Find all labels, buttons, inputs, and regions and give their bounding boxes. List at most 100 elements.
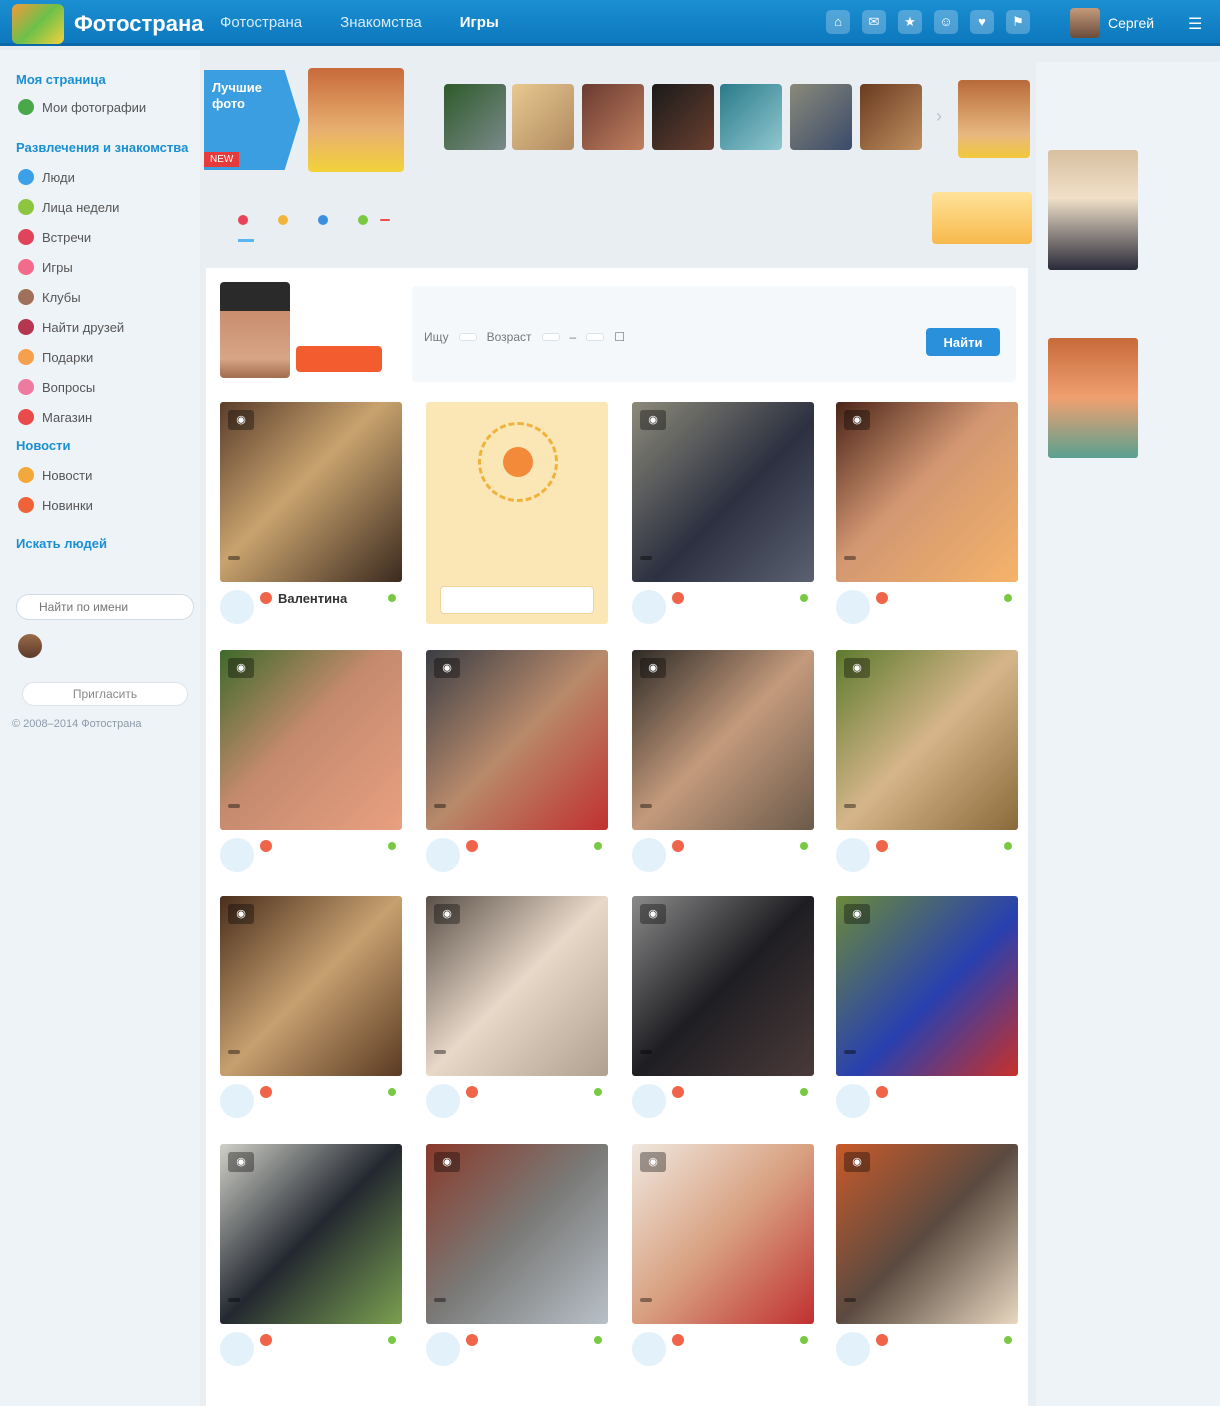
tab-hidden[interactable] <box>318 196 334 244</box>
home-icon[interactable]: ⌂ <box>826 10 850 34</box>
search-input[interactable] <box>16 594 194 620</box>
avatar[interactable] <box>632 838 666 872</box>
avatar[interactable] <box>220 1084 254 1118</box>
strip-photo[interactable] <box>720 84 782 150</box>
person-card[interactable]: ◉ <box>426 650 608 882</box>
person-card[interactable]: ◉ <box>220 650 402 882</box>
top-nav-item-dating[interactable]: Знакомства <box>340 14 422 31</box>
person-card[interactable]: ◉ <box>426 1144 608 1376</box>
avatar[interactable] <box>836 1332 870 1366</box>
online-checkbox[interactable]: ☐ <box>614 330 625 344</box>
top-icon-group: ⌂ ✉ ★ ☺ ♥ ⚑ <box>826 10 1030 34</box>
person-card[interactable]: ◉ <box>632 896 814 1128</box>
sidebar-item[interactable]: Люди <box>18 166 194 188</box>
filter-age-to[interactable] <box>586 333 605 341</box>
avatar[interactable] <box>632 1332 666 1366</box>
strip-photo[interactable] <box>582 84 644 150</box>
promo-tile-button[interactable] <box>440 586 594 614</box>
right-photo[interactable] <box>1048 338 1138 458</box>
person-card[interactable]: ◉ <box>836 650 1018 882</box>
avatar[interactable] <box>426 1332 460 1366</box>
avatar[interactable] <box>426 838 460 872</box>
brand-name[interactable]: Фотострана <box>74 11 204 37</box>
heart-icon <box>466 1086 478 1098</box>
search-button[interactable]: Найти <box>926 328 1000 356</box>
sidebar-heading-news[interactable]: Новости <box>16 438 71 453</box>
tab-online[interactable] <box>358 196 390 244</box>
filter-who-select[interactable] <box>458 333 477 341</box>
sidebar-item[interactable]: Новости <box>18 464 194 486</box>
friend-entry[interactable] <box>18 634 50 658</box>
camera-icon: ◉ <box>844 904 870 924</box>
messages-icon[interactable]: ✉ <box>862 10 886 34</box>
guests-icon[interactable]: ☺ <box>934 10 958 34</box>
online-indicator <box>800 594 808 602</box>
right-photo[interactable] <box>1048 150 1138 270</box>
avatar[interactable] <box>632 590 666 624</box>
person-name[interactable]: Валентина <box>278 591 347 606</box>
avatar[interactable] <box>836 590 870 624</box>
strip-promo-card[interactable]: Лучшие фото NEW <box>204 70 300 170</box>
person-card[interactable]: ◉ <box>632 1144 814 1376</box>
person-card[interactable]: ◉ <box>836 1144 1018 1376</box>
top-nav-item-photostrana[interactable]: Фотострана <box>220 14 302 31</box>
sidebar-item[interactable]: Клубы <box>18 286 194 308</box>
strip-featured-photo[interactable] <box>308 68 404 172</box>
person-card[interactable]: ◉ <box>220 1144 402 1376</box>
my-photo[interactable] <box>220 282 290 378</box>
sidebar-item[interactable]: Вопросы <box>18 376 194 398</box>
strip-photo[interactable] <box>444 84 506 150</box>
sidebar-item-icon <box>18 259 34 275</box>
avatar[interactable] <box>632 1084 666 1118</box>
sidebar-item[interactable]: Подарки <box>18 346 194 368</box>
person-card[interactable]: ◉ Валентина <box>220 402 402 634</box>
top-nav-item-games[interactable]: Игры <box>460 14 499 31</box>
invite-button[interactable]: Пригласить <box>22 682 188 706</box>
avatar[interactable] <box>836 1084 870 1118</box>
tab-rating[interactable] <box>278 196 294 244</box>
sidebar-item[interactable]: Магазин <box>18 406 194 428</box>
sidebar-item[interactable]: Встречи <box>18 226 194 248</box>
avatar[interactable] <box>836 838 870 872</box>
site-logo[interactable] <box>12 4 64 44</box>
person-card[interactable]: ◉ <box>836 896 1018 1128</box>
sidebar-heading-mine[interactable]: Моя страница <box>16 72 106 87</box>
photo-count <box>434 1050 446 1054</box>
sidebar-heading-search[interactable]: Искать людей <box>16 536 107 551</box>
events-icon[interactable]: ★ <box>898 10 922 34</box>
avatar[interactable] <box>220 1332 254 1366</box>
sidebar-item[interactable]: Новинки <box>18 494 194 516</box>
strip-photo[interactable] <box>790 84 852 150</box>
avatar[interactable] <box>18 634 42 658</box>
sidebar-heading-games[interactable]: Развлечения и знакомства <box>16 140 188 155</box>
sidebar-item[interactable]: Лица недели <box>18 196 194 218</box>
notifications-icon[interactable]: ⚑ <box>1006 10 1030 34</box>
avatar[interactable] <box>220 590 254 624</box>
top-user-name[interactable]: Сергей <box>1108 15 1154 31</box>
avatar[interactable] <box>426 1084 460 1118</box>
menu-icon[interactable]: ☰ <box>1188 14 1202 34</box>
strip-photo[interactable] <box>860 84 922 150</box>
sidebar-item[interactable]: Найти друзей <box>18 316 194 338</box>
tab-dating[interactable] <box>238 196 254 244</box>
likes-icon[interactable]: ♥ <box>970 10 994 34</box>
top-user[interactable]: Сергей <box>1070 8 1154 38</box>
chevron-right-icon[interactable]: › <box>936 106 942 127</box>
right-sidebar <box>1036 62 1220 1406</box>
person-card[interactable]: ◉ <box>632 402 814 634</box>
strip-photo[interactable] <box>512 84 574 150</box>
sidebar-item[interactable]: Игры <box>18 256 194 278</box>
person-card[interactable]: ◉ <box>836 402 1018 634</box>
person-card[interactable]: ◉ <box>220 896 402 1128</box>
filter-age-from[interactable] <box>541 333 560 341</box>
camera-icon: ◉ <box>434 658 460 678</box>
strip-photo[interactable] <box>652 84 714 150</box>
raise-profile-button[interactable] <box>296 346 382 372</box>
person-card[interactable]: ◉ <box>426 896 608 1128</box>
sidebar-item-my-photos[interactable]: Мои фотографии <box>18 96 194 118</box>
tab-promo-banner[interactable] <box>932 192 1032 244</box>
avatar[interactable] <box>220 838 254 872</box>
strip-photo[interactable] <box>958 80 1030 158</box>
avatar[interactable] <box>1070 8 1100 38</box>
person-card[interactable]: ◉ <box>632 650 814 882</box>
